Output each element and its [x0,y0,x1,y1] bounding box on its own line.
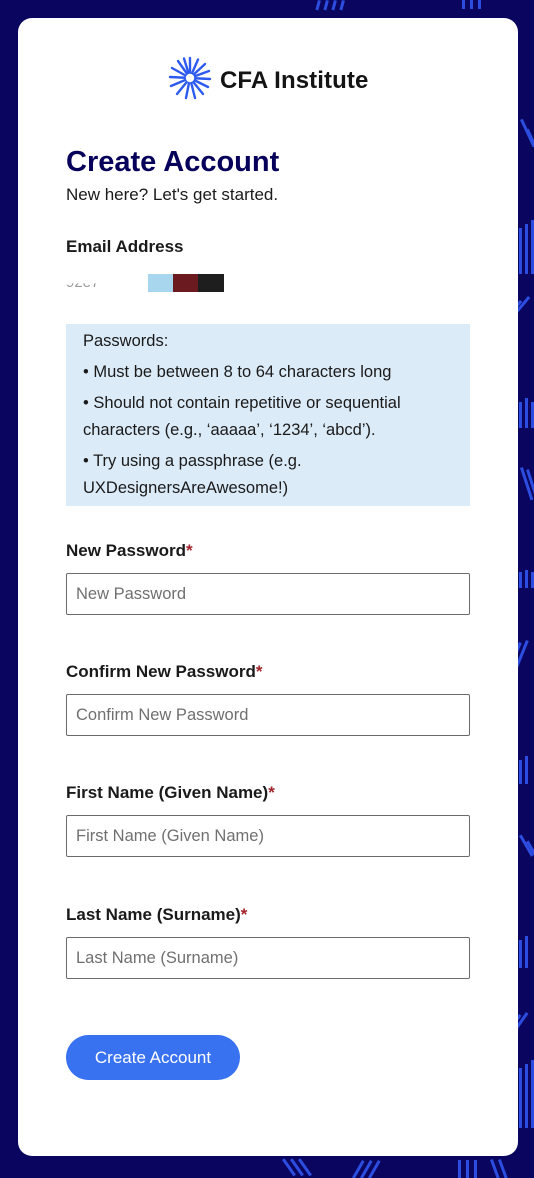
brand-name: CFA Institute [220,66,369,94]
create-account-button[interactable]: Create Account [66,1035,240,1080]
redaction-block [123,274,148,292]
new-password-label-text: New Password [66,541,186,560]
required-marker: * [240,905,248,924]
page-title: Create Account [66,146,280,178]
new-password-label: New Password* [66,541,193,561]
new-password-input[interactable] [66,573,470,615]
page-subtitle: New here? Let's get started. [66,185,279,204]
password-requirements-heading: Passwords: [83,332,169,350]
confirm-password-label: Confirm New Password* [66,662,263,682]
email-value-visible: 92e7 [66,274,100,291]
required-marker: * [186,541,193,560]
password-requirements-box: Passwords: • Must be between 8 to 64 cha… [66,324,470,506]
last-name-input[interactable] [66,937,470,979]
redaction-block [198,274,224,292]
password-rule: • Should not contain repetitive or seque… [83,394,401,412]
password-rule: • Must be between 8 to 64 characters lon… [83,363,392,381]
password-rule: characters (e.g., ‘aaaaa’, ‘1234’, ‘abcd… [83,421,376,439]
confirm-password-label-text: Confirm New Password [66,662,256,681]
password-rule: • Try using a passphrase (e.g. [83,452,302,470]
cfa-starburst-icon [168,56,212,105]
brand-logo: CFA Institute [168,56,368,105]
required-marker: * [255,662,263,681]
confirm-password-input[interactable] [66,694,470,736]
first-name-label-text: First Name (Given Name) [66,783,269,802]
first-name-label: First Name (Given Name)* [66,783,275,803]
redaction-block [148,274,173,292]
first-name-input[interactable] [66,815,470,857]
password-rule: UXDesignersAreAwesome!) [83,479,289,497]
last-name-label-text: Last Name (Surname) [66,905,241,924]
email-label: Email Address [66,237,184,256]
required-marker: * [268,783,275,802]
redaction-block [173,274,198,292]
last-name-label: Last Name (Surname)* [66,905,247,925]
email-value: 92e7 [66,274,266,292]
create-account-card: CFA Institute Create Account New here? L… [18,18,518,1156]
